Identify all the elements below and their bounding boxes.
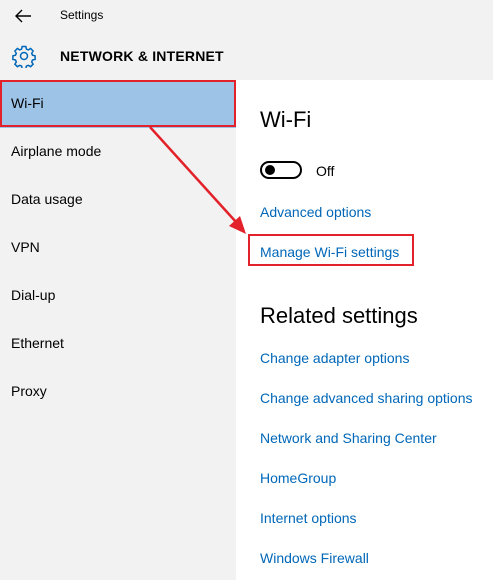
wifi-toggle[interactable] (260, 161, 302, 179)
sidebar-item-dial-up[interactable]: Dial-up (0, 272, 236, 320)
related-settings-heading: Related settings (260, 303, 418, 328)
sidebar-item-ethernet[interactable]: Ethernet (0, 320, 236, 368)
change-advanced-sharing-link[interactable]: Change advanced sharing options (260, 390, 473, 406)
homegroup-link[interactable]: HomeGroup (260, 470, 336, 486)
toggle-state-label: Off (316, 163, 335, 179)
advanced-options-link[interactable]: Advanced options (260, 204, 371, 220)
page-header: NETWORK & INTERNET (0, 32, 493, 80)
app-title: Settings (60, 8, 104, 22)
sidebar: Wi-Fi Airplane mode Data usage VPN Dial-… (0, 80, 236, 580)
back-arrow-icon[interactable] (14, 8, 32, 24)
sidebar-item-label: Proxy (11, 383, 47, 399)
sidebar-item-label: VPN (11, 239, 40, 255)
manage-wifi-settings-link[interactable]: Manage Wi-Fi settings (260, 244, 399, 260)
sidebar-item-vpn[interactable]: VPN (0, 224, 236, 272)
sidebar-item-label: Wi-Fi (11, 95, 44, 111)
sidebar-item-data-usage[interactable]: Data usage (0, 176, 236, 224)
windows-firewall-link[interactable]: Windows Firewall (260, 550, 369, 566)
sidebar-item-label: Data usage (11, 191, 83, 207)
section-title: NETWORK & INTERNET (60, 48, 224, 64)
sidebar-item-proxy[interactable]: Proxy (0, 368, 236, 416)
sidebar-item-label: Airplane mode (11, 143, 102, 159)
network-sharing-center-link[interactable]: Network and Sharing Center (260, 430, 437, 446)
internet-options-link[interactable]: Internet options (260, 510, 357, 526)
page-title: Wi-Fi (260, 107, 312, 132)
sidebar-item-wifi[interactable]: Wi-Fi (0, 80, 236, 128)
sidebar-item-label: Ethernet (11, 335, 64, 351)
gear-icon (12, 45, 36, 68)
title-bar: Settings (0, 0, 493, 32)
toggle-knob (265, 165, 275, 175)
sidebar-item-label: Dial-up (11, 287, 56, 303)
sidebar-item-airplane-mode[interactable]: Airplane mode (0, 128, 236, 176)
content-pane: Wi-Fi Off Advanced options Manage Wi-Fi … (236, 80, 493, 580)
change-adapter-options-link[interactable]: Change adapter options (260, 350, 409, 366)
